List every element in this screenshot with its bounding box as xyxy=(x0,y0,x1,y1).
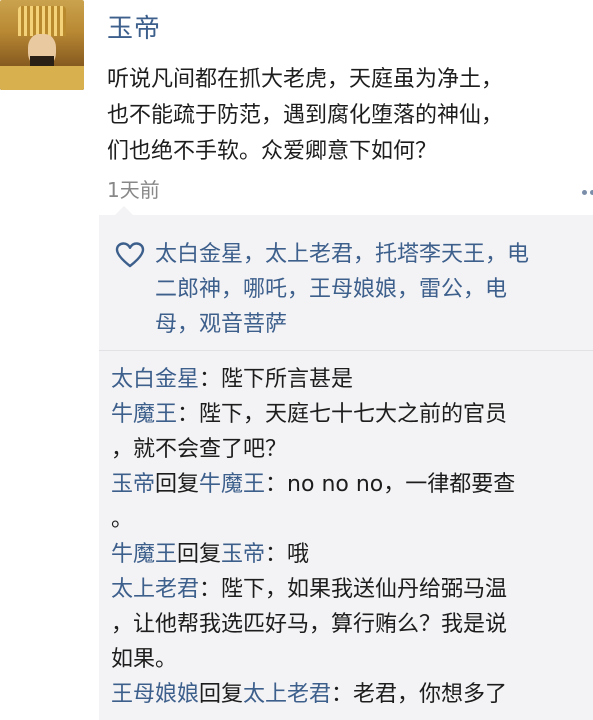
comment-line[interactable]: 牛魔王：陛下，天庭七十七大之前的官员 xyxy=(111,397,593,432)
likes-names[interactable]: 二郎神，哪吒，王母娘娘，雷公，电 xyxy=(155,277,507,302)
comment-line[interactable]: 太上老君：陛下，如果我送仙丹给弼马温 xyxy=(111,572,593,607)
more-actions-icon[interactable] xyxy=(582,182,593,204)
comment-text: ：老君，你想多了 xyxy=(331,682,508,707)
comment-text: ：陛下，如果我送仙丹给弼马温 xyxy=(199,577,508,602)
comment-text: ：陛下所言甚是 xyxy=(199,367,354,392)
comment-author[interactable]: 玉帝 xyxy=(111,472,155,497)
post-content: 听说凡间都在抓大老虎，天庭虽为净土， 也不能疏于防范，遇到腐化堕落的神仙， 们也… xyxy=(107,62,593,170)
comments-list: 太白金星：陛下所言甚是 牛魔王：陛下，天庭七十七大之前的官员 ，就不会查了吧？ … xyxy=(111,362,593,712)
comment-text: ：陛下，天庭七十七大之前的官员 xyxy=(177,402,508,427)
reply-target[interactable]: 太上老君 xyxy=(243,682,331,707)
avatar-crown xyxy=(18,6,66,36)
likes-section: 太白金星，太上老君，托塔李天王，电 二郎神，哪吒，王母娘娘，雷公，电 母，观音菩… xyxy=(111,237,591,342)
likes-names[interactable]: 太白金星，太上老君，托塔李天王，电 xyxy=(155,242,529,267)
comment-line[interactable]: 王母娘娘回复太上老君：老君，你想多了 xyxy=(111,677,593,712)
comment-line[interactable]: 如果。 xyxy=(111,642,593,677)
comment-line[interactable]: 太白金星：陛下所言甚是 xyxy=(111,362,593,397)
reply-target[interactable]: 玉帝 xyxy=(221,542,265,567)
post-content-line: 也不能疏于防范，遇到腐化堕落的神仙， xyxy=(107,103,504,128)
post-time: 1天前 xyxy=(107,178,160,202)
comment-author[interactable]: 太白金星 xyxy=(111,367,199,392)
comment-text: 。 xyxy=(111,507,134,532)
comment-text: ：no no no，一律都要查 xyxy=(265,472,516,497)
likes-line: 母，观音菩萨 xyxy=(111,307,591,342)
author-name[interactable]: 玉帝 xyxy=(107,8,161,45)
panel-notch xyxy=(115,206,133,215)
reply-target[interactable]: 牛魔王 xyxy=(199,472,265,497)
comment-text: 如果。 xyxy=(111,647,178,672)
post-content-line: 们也绝不手软。众爱卿意下如何？ xyxy=(107,139,438,164)
comment-line[interactable]: ，就不会查了吧？ xyxy=(111,432,593,467)
comment-text: ，就不会查了吧？ xyxy=(111,437,288,462)
post-content-line: 听说凡间都在抓大老虎，天庭虽为净土， xyxy=(107,67,504,92)
comment-line[interactable]: ，让他帮我选匹好马，算行贿么？我是说 xyxy=(111,607,593,642)
reply-word: 回复 xyxy=(199,682,244,707)
comment-line[interactable]: 玉帝回复牛魔王：no no no，一律都要查 xyxy=(111,467,593,502)
comment-author[interactable]: 王母娘娘 xyxy=(111,682,199,707)
comment-author[interactable]: 牛魔王 xyxy=(111,402,177,427)
reply-word: 回复 xyxy=(177,542,222,567)
comment-text: ，让他帮我选匹好马，算行贿么？我是说 xyxy=(111,612,508,637)
comment-line[interactable]: 。 xyxy=(111,502,593,537)
avatar-robe xyxy=(0,66,84,90)
likes-line: 二郎神，哪吒，王母娘娘，雷公，电 xyxy=(111,272,591,307)
reply-word: 回复 xyxy=(155,472,200,497)
comment-text: ：哦 xyxy=(265,542,310,567)
panel-divider xyxy=(99,350,593,351)
author-avatar[interactable] xyxy=(0,0,84,90)
comment-author[interactable]: 太上老君 xyxy=(111,577,199,602)
likes-line: 太白金星，太上老君，托塔李天王，电 xyxy=(111,237,591,272)
comment-author[interactable]: 牛魔王 xyxy=(111,542,177,567)
likes-names[interactable]: 母，观音菩萨 xyxy=(155,312,287,337)
heart-outline-icon xyxy=(115,242,145,268)
comment-line[interactable]: 牛魔王回复玉帝：哦 xyxy=(111,537,593,572)
